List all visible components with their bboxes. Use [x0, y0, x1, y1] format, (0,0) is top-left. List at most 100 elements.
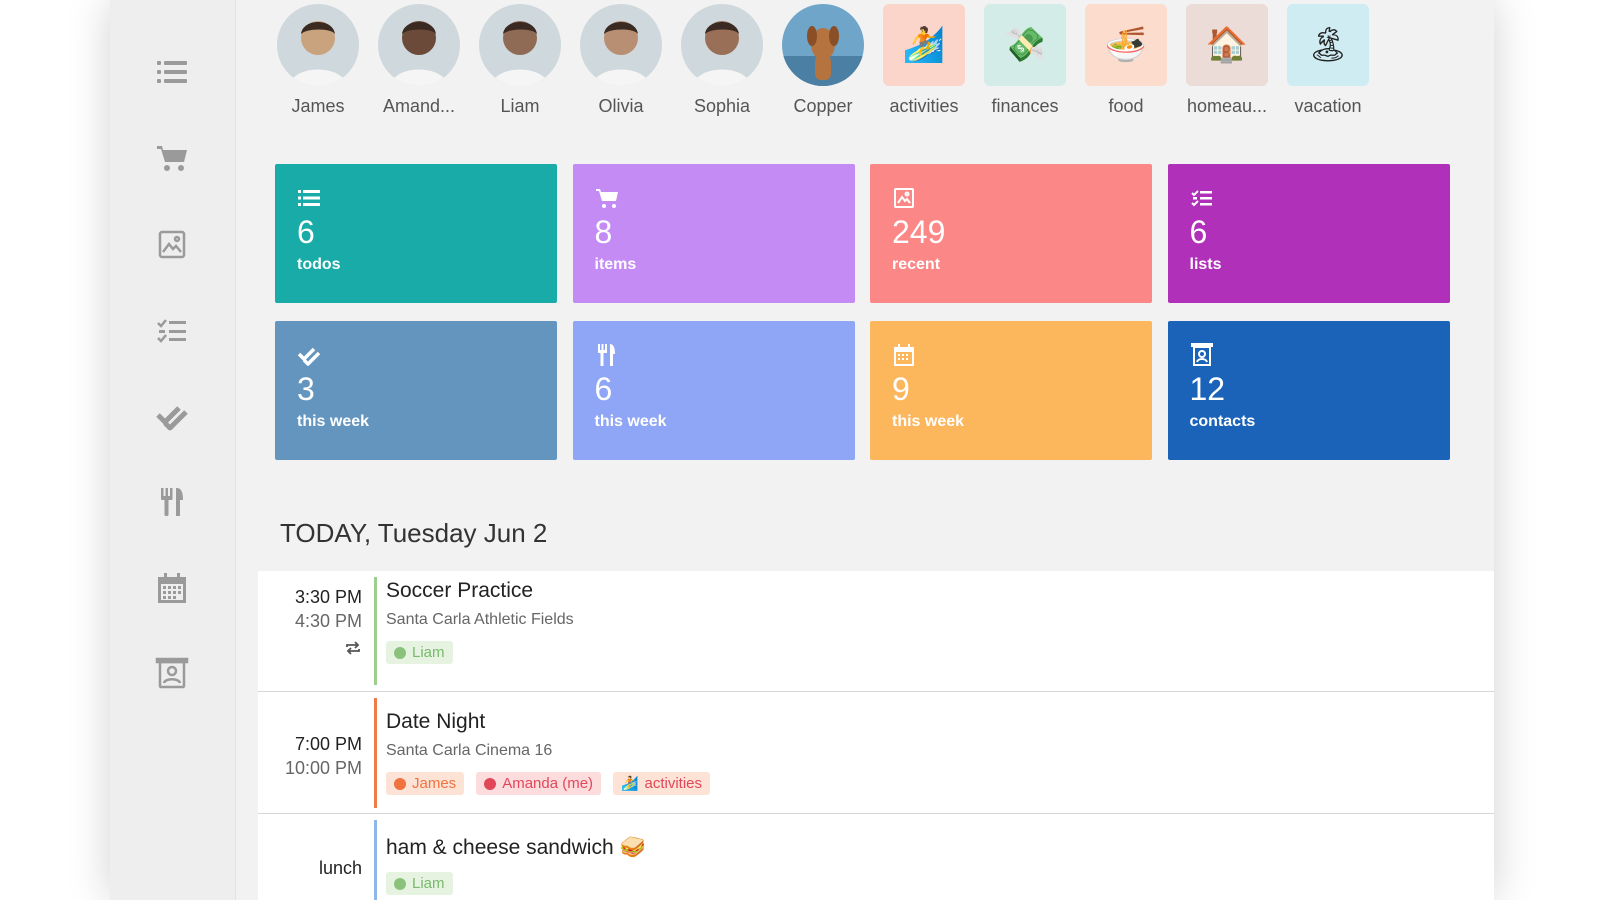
tile-count: 12	[1189, 371, 1226, 407]
person-dot-icon	[394, 646, 406, 659]
summary-tile[interactable]: 8 items	[572, 164, 855, 303]
summary-tile[interactable]: 6 lists	[1167, 164, 1450, 303]
avatar-item[interactable]: 🍜 food	[1076, 4, 1176, 124]
sidebar-lists-icon[interactable]	[152, 310, 192, 350]
avatar-item[interactable]: Olivia	[571, 4, 671, 124]
sidebar-photos-icon[interactable]	[152, 224, 192, 264]
summary-tile[interactable]: 12 contacts	[1167, 321, 1450, 460]
avatar-item[interactable]: James	[268, 4, 368, 124]
event-tags: James Amanda (me) 🏄 activities	[386, 772, 711, 795]
avatar-label: food	[1108, 96, 1144, 116]
sidebar-double-check-icon[interactable]	[152, 396, 192, 436]
tile-label: items	[594, 256, 637, 273]
avatar	[681, 4, 763, 86]
avatar-label: Copper	[793, 96, 853, 116]
tile-label: this week	[892, 413, 965, 430]
tile-label: todos	[297, 256, 341, 273]
repeat-icon	[344, 639, 362, 657]
avatar-label: Sophia	[693, 96, 751, 116]
event-start-time: 3:30 PM	[294, 587, 362, 607]
avatar	[580, 4, 662, 86]
sidebar-shopping-cart-icon[interactable]	[152, 138, 192, 178]
summary-tile[interactable]: 6 todos	[275, 164, 557, 303]
event-tag-label: activities	[644, 775, 703, 792]
person-dot-icon	[394, 877, 406, 890]
list-icon	[297, 186, 321, 210]
tile-count: 249	[892, 214, 946, 250]
tile-label: this week	[594, 413, 667, 430]
tile-count: 3	[297, 371, 315, 407]
event-tag[interactable]: Liam	[386, 872, 453, 895]
event-tags: Liam	[386, 872, 646, 895]
event-time: 7:00 PM 10:00 PM	[258, 732, 362, 780]
event-title: Date Night	[386, 710, 486, 733]
event-tags: Liam	[386, 641, 574, 664]
avatar-item[interactable]: Liam	[470, 4, 570, 124]
avatar-label: Olivia	[598, 96, 644, 116]
checklist-icon	[1190, 186, 1214, 210]
avatar-item[interactable]: 🏝 vacation	[1278, 4, 1378, 124]
event-body: Date Night Santa Carla Cinema 16 James Aman…	[386, 710, 711, 795]
avatar-item[interactable]: 🏠 homeau...	[1177, 4, 1277, 124]
event-tag-label: Amanda (me)	[502, 775, 594, 792]
category-icon: 🏠	[1186, 4, 1268, 86]
avatar-item[interactable]: 🏄 activities	[874, 4, 974, 124]
event-time: lunch	[258, 856, 362, 880]
sidebar-contacts-icon[interactable]	[152, 654, 192, 694]
event-row[interactable]: lunch ham & cheese sandwich 🥪 Liam	[258, 814, 1494, 900]
sidebar	[110, 0, 236, 900]
event-row[interactable]: 3:30 PM 4:30 PM Soccer Practice Santa Carla…	[258, 571, 1494, 692]
tile-label: this week	[297, 413, 370, 430]
today-events: 3:30 PM 4:30 PM Soccer Practice Santa Carla…	[258, 571, 1494, 900]
category-icon: 🍜	[1085, 4, 1167, 86]
event-tag-label: Liam	[412, 875, 445, 892]
avatar-item[interactable]: Copper	[773, 4, 873, 124]
event-color-bar	[374, 577, 377, 685]
person-dot-icon	[484, 777, 497, 790]
today-heading: TODAY, Tuesday Jun 2	[280, 518, 548, 548]
avatar-label: finances	[991, 96, 1059, 116]
event-end-time: 10:00 PM	[284, 758, 362, 778]
summary-tile[interactable]: 9 this week	[870, 321, 1152, 460]
main-content: James Amand... Liam Olivia Sophia Copper 🏄 acti…	[236, 0, 1494, 900]
event-body: ham & cheese sandwich 🥪 Liam	[386, 836, 646, 895]
event-tag[interactable]: Liam	[386, 641, 453, 664]
app-window: James Amand... Liam Olivia Sophia Copper 🏄 acti…	[110, 0, 1494, 900]
summary-tile[interactable]: 6 this week	[572, 321, 855, 460]
category-icon: 🏄	[883, 4, 965, 86]
sidebar-todos-icon[interactable]	[152, 52, 192, 92]
tile-count: 6	[1189, 214, 1208, 250]
contact-icon	[1190, 343, 1214, 367]
event-body: Soccer Practice Santa Carla Athletic Fiel…	[386, 579, 574, 664]
sidebar-calendar-icon[interactable]	[152, 568, 192, 608]
event-end-time: 4:30 PM	[294, 611, 362, 631]
utensils-icon	[595, 343, 619, 367]
event-row[interactable]: 7:00 PM 10:00 PM Date Night Santa Carla Cin…	[258, 692, 1494, 814]
person-dot-icon	[394, 777, 406, 790]
event-color-bar	[374, 820, 377, 900]
summary-tile[interactable]: 249 recent	[870, 164, 1152, 303]
summary-tile[interactable]: 3 this week	[275, 321, 557, 460]
avatar-label: activities	[889, 96, 959, 116]
double-check-icon	[297, 343, 321, 367]
category-icon: 💸	[984, 4, 1066, 86]
sidebar-utensils-icon[interactable]	[152, 482, 192, 522]
avatar-label: James	[291, 96, 345, 116]
tile-label: recent	[892, 256, 941, 273]
avatar-item[interactable]: 💸 finances	[975, 4, 1075, 124]
avatar	[782, 4, 864, 86]
tile-count: 6	[297, 214, 315, 250]
avatar-item[interactable]: Amand...	[369, 4, 469, 124]
avatar-item[interactable]: Sophia	[672, 4, 772, 124]
event-tag[interactable]: Amanda (me)	[476, 772, 602, 795]
event-color-bar	[374, 698, 377, 808]
event-tag[interactable]: James	[386, 772, 465, 795]
avatar-label: homeau...	[1186, 96, 1268, 116]
tile-count: 8	[594, 214, 613, 250]
event-tag[interactable]: 🏄 activities	[613, 772, 711, 795]
cart-icon	[595, 186, 619, 210]
avatar	[277, 4, 359, 86]
avatar-label: Liam	[500, 96, 540, 116]
avatar	[479, 4, 561, 86]
event-tag-label: Liam	[412, 644, 445, 661]
